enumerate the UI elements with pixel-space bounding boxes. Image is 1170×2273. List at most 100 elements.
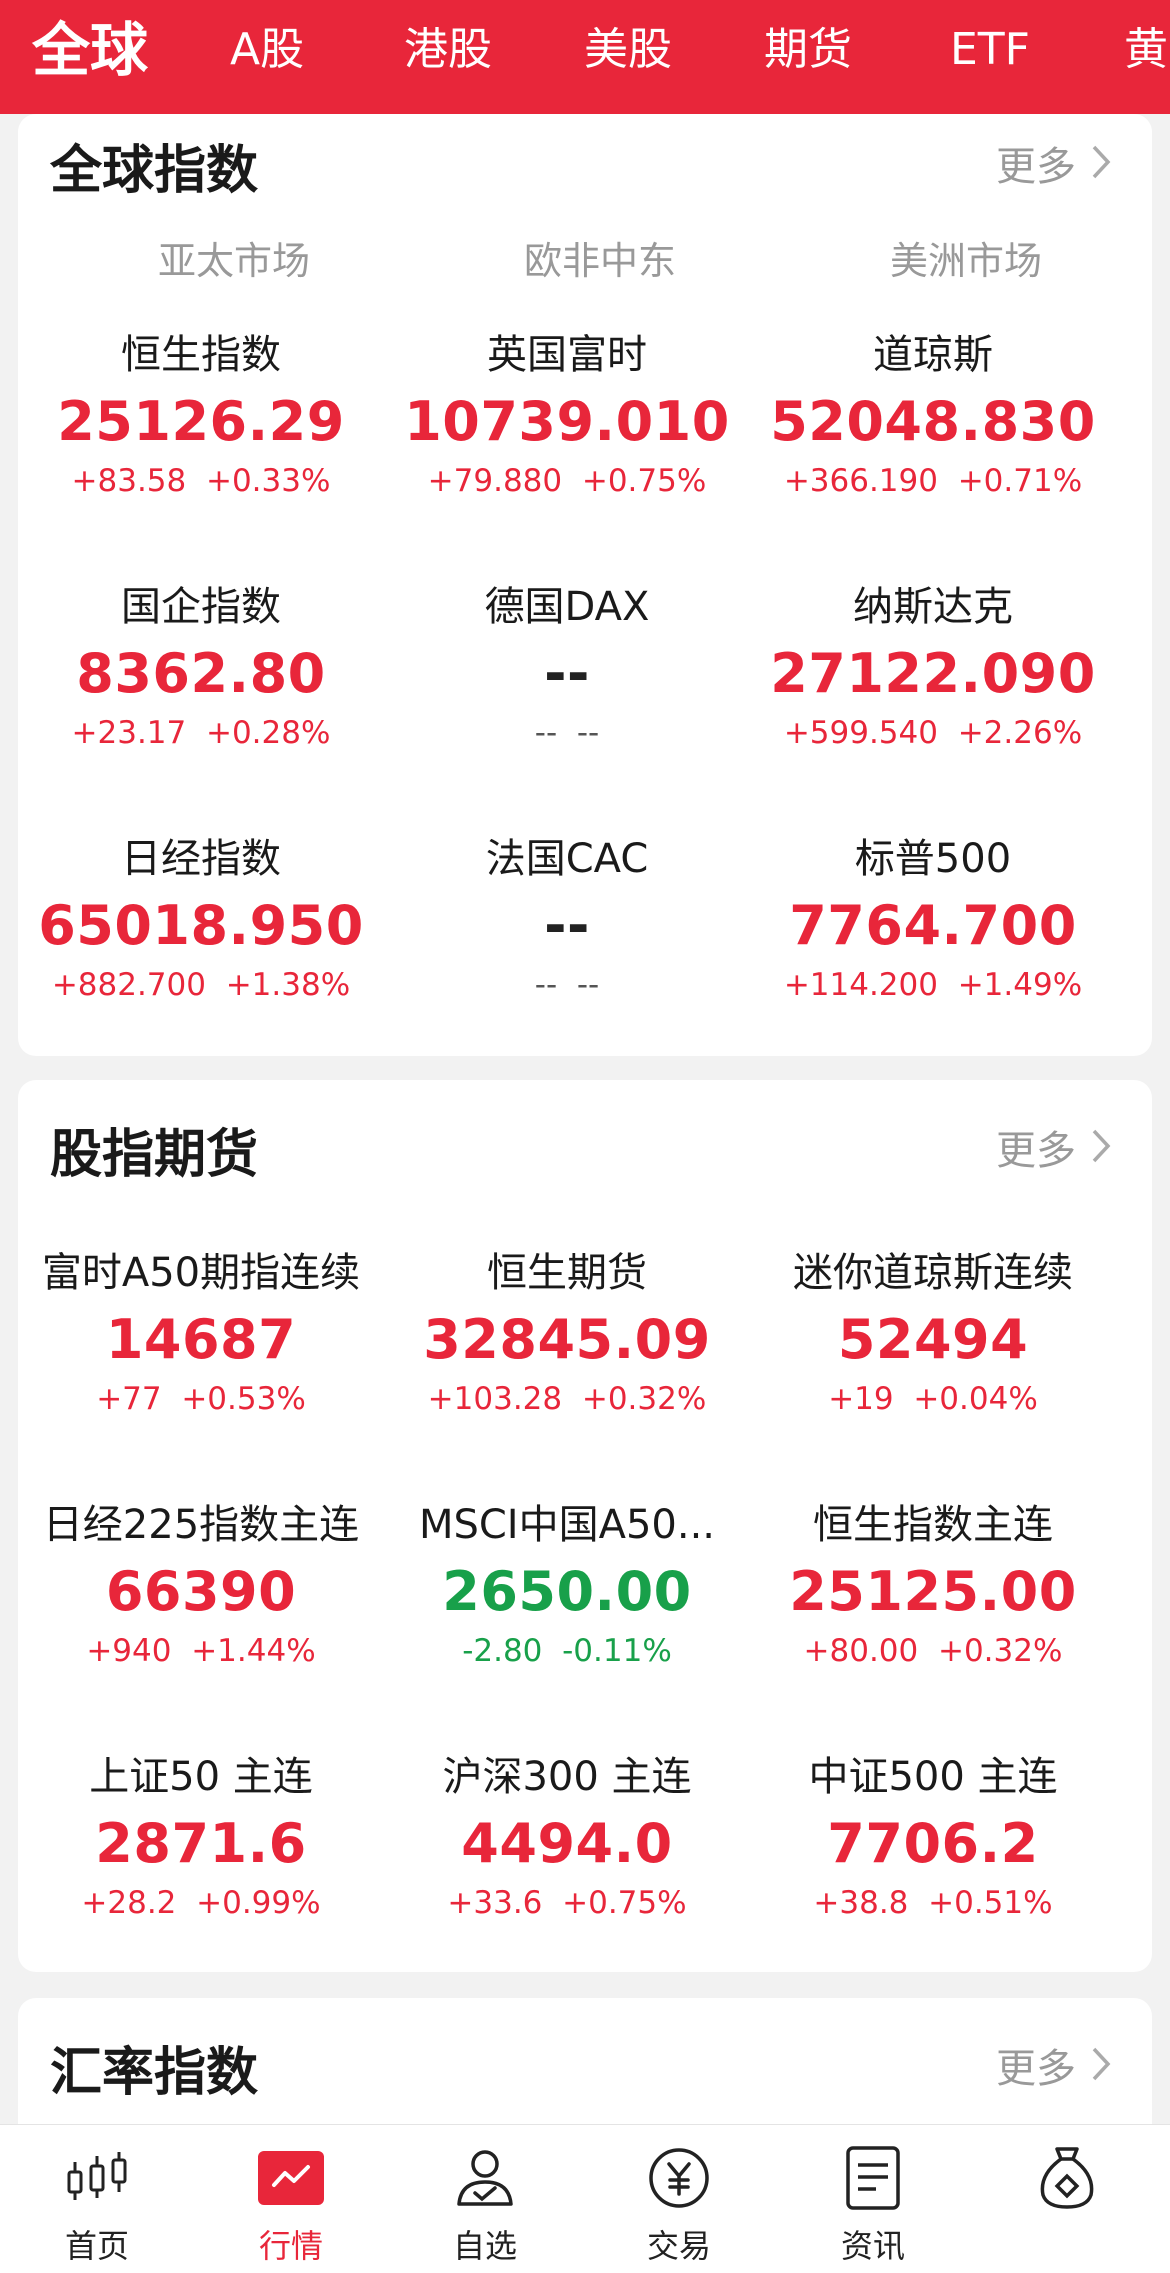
quote-change-row: +882.700 +1.38% — [18, 967, 384, 1003]
quote-change-row: +940 +1.44% — [18, 1633, 384, 1669]
quote-change-percent: +0.33% — [205, 463, 331, 499]
chevron-right-icon — [1090, 1128, 1112, 1174]
quote-change-row: +83.58 +0.33% — [18, 463, 384, 499]
quote-cell[interactable]: 法国CAC -- -- -- — [384, 826, 750, 1003]
quote-cell[interactable]: 纳斯达克 27122.090 +599.540 +2.26% — [750, 574, 1116, 751]
quote-cell[interactable]: 日经225指数主连 66390 +940 +1.44% — [18, 1492, 384, 1669]
quote-change-row: +599.540 +2.26% — [750, 715, 1116, 751]
quote-value: 25126.29 — [57, 390, 345, 453]
quote-value: -- — [544, 642, 590, 705]
quote-cell[interactable]: 恒生指数 25126.29 +83.58 +0.33% — [18, 322, 384, 499]
tab-gold[interactable]: 黄 — [1124, 0, 1168, 100]
nav-label: 资讯 — [840, 2227, 905, 2265]
quote-change-row: -2.80 -0.11% — [384, 1633, 750, 1669]
nav-label: 自选 — [452, 2227, 517, 2265]
quote-change: +33.6 — [447, 1885, 543, 1921]
more-label: 更多 — [996, 144, 1076, 190]
quote-cell[interactable]: MSCI中国A50... 2650.00 -2.80 -0.11% — [384, 1492, 750, 1669]
quote-value: 2650.00 — [442, 1560, 692, 1623]
quote-value: 52494 — [837, 1308, 1029, 1371]
quote-name: 中证500 主连 — [808, 1754, 1058, 1800]
quote-cell[interactable]: 中证500 主连 7706.2 +38.8 +0.51% — [750, 1744, 1116, 1921]
quote-name: 恒生指数主连 — [813, 1502, 1053, 1548]
quote-cell[interactable]: 恒生期货 32845.09 +103.28 +0.32% — [384, 1240, 750, 1417]
nav-wealth[interactable] — [970, 2143, 1164, 2221]
quote-name: 英国富时 — [487, 332, 647, 378]
user-check-icon — [388, 2143, 582, 2213]
quote-change-percent: -- — [576, 715, 600, 751]
quote-change: +83.58 — [71, 463, 187, 499]
tab-us-stocks[interactable]: 美股 — [584, 0, 672, 100]
quote-name: 富时A50期指连续 — [41, 1250, 361, 1296]
quote-change: +599.540 — [783, 715, 938, 751]
quote-name: 道琼斯 — [873, 332, 993, 378]
nav-news[interactable]: 资讯 — [776, 2143, 970, 2267]
quote-change: -- — [534, 967, 558, 1003]
quote-change-percent: +0.28% — [205, 715, 331, 751]
quote-change: +28.2 — [81, 1885, 177, 1921]
quote-cell[interactable]: 道琼斯 52048.830 +366.190 +0.71% — [750, 322, 1116, 499]
global-indices-title: 全球指数 — [50, 141, 259, 201]
global-indices-more-link[interactable]: 更多 — [996, 134, 1112, 192]
quote-name: 标普500 — [854, 836, 1012, 882]
region-emea: 欧非中东 — [523, 239, 676, 283]
quote-change-row: +114.200 +1.49% — [750, 967, 1116, 1003]
quote-change: +19 — [828, 1381, 894, 1417]
nav-home[interactable]: 首页 — [0, 2143, 194, 2267]
quote-cell[interactable]: 上证50 主连 2871.6 +28.2 +0.99% — [18, 1744, 384, 1921]
quote-change: +23.17 — [71, 715, 187, 751]
quote-change-percent: +0.99% — [196, 1885, 321, 1921]
quote-change: -- — [534, 715, 558, 751]
quote-cell[interactable]: 日经指数 65018.950 +882.700 +1.38% — [18, 826, 384, 1003]
quote-change-percent: +0.75% — [581, 463, 707, 499]
quote-cell[interactable]: 恒生指数主连 25125.00 +80.00 +0.32% — [750, 1492, 1116, 1669]
quote-change-row: +23.17 +0.28% — [18, 715, 384, 751]
quote-change-row: +38.8 +0.51% — [750, 1885, 1116, 1921]
market-chart-icon — [194, 2143, 388, 2213]
market-tab-bar: 全球 A股 港股 美股 期货 ETF 黄 — [0, 0, 1170, 114]
quote-cell[interactable]: 迷你道琼斯连续 52494 +19 +0.04% — [750, 1240, 1116, 1417]
quote-value: 7764.700 — [789, 894, 1077, 957]
quote-value: -- — [544, 894, 590, 957]
tab-futures[interactable]: 期货 — [764, 0, 852, 100]
quote-change-percent: +0.53% — [181, 1381, 306, 1417]
fx-indices-more-link[interactable]: 更多 — [996, 2036, 1112, 2094]
nav-market[interactable]: 行情 — [194, 2143, 388, 2267]
quote-value: 7706.2 — [827, 1812, 1039, 1875]
quote-cell[interactable]: 国企指数 8362.80 +23.17 +0.28% — [18, 574, 384, 751]
quote-change-row: +33.6 +0.75% — [384, 1885, 750, 1921]
quote-change: +77 — [96, 1381, 162, 1417]
quote-name: 法国CAC — [485, 836, 649, 882]
quote-cell[interactable]: 英国富时 10739.010 +79.880 +0.75% — [384, 322, 750, 499]
chevron-right-icon — [1090, 2046, 1112, 2092]
quote-name: 德国DAX — [484, 584, 650, 630]
quote-cell[interactable]: 德国DAX -- -- -- — [384, 574, 750, 751]
index-futures-more-link[interactable]: 更多 — [996, 1118, 1112, 1176]
quote-change: +940 — [86, 1633, 172, 1669]
quote-change: +79.880 — [427, 463, 563, 499]
quote-value: 4494.0 — [461, 1812, 673, 1875]
quote-change-percent: +0.32% — [581, 1381, 707, 1417]
quote-change-percent: +0.75% — [562, 1885, 687, 1921]
bottom-navigation: 首页 行情 自选 交易 资讯 — [0, 2124, 1170, 2273]
tab-hk-stocks[interactable]: 港股 — [404, 0, 492, 100]
quote-change-percent: -- — [576, 967, 600, 1003]
quote-change: -2.80 — [462, 1633, 543, 1669]
quote-cell[interactable]: 标普500 7764.700 +114.200 +1.49% — [750, 826, 1116, 1003]
quote-name: 日经225指数主连 — [42, 1502, 360, 1548]
quote-change-row: +80.00 +0.32% — [750, 1633, 1116, 1669]
yen-coin-icon — [582, 2143, 776, 2213]
tab-global[interactable]: 全球 — [32, 0, 148, 100]
nav-watchlist[interactable]: 自选 — [388, 2143, 582, 2267]
quote-cell[interactable]: 富时A50期指连续 14687 +77 +0.53% — [18, 1240, 384, 1417]
tab-a-shares[interactable]: A股 — [230, 0, 304, 100]
global-indices-card: 全球指数 更多 亚太市场 欧非中东 美洲市场 恒生指数 25126.29 +83.5… — [18, 114, 1152, 1056]
fx-indices-title: 汇率指数 — [50, 2043, 259, 2103]
quote-change-row: +79.880 +0.75% — [384, 463, 750, 499]
more-label: 更多 — [996, 1128, 1076, 1174]
nav-trade[interactable]: 交易 — [582, 2143, 776, 2267]
quote-name: 日经指数 — [121, 836, 281, 882]
nav-label: 交易 — [646, 2227, 711, 2265]
quote-cell[interactable]: 沪深300 主连 4494.0 +33.6 +0.75% — [384, 1744, 750, 1921]
tab-etf[interactable]: ETF — [950, 0, 1030, 100]
